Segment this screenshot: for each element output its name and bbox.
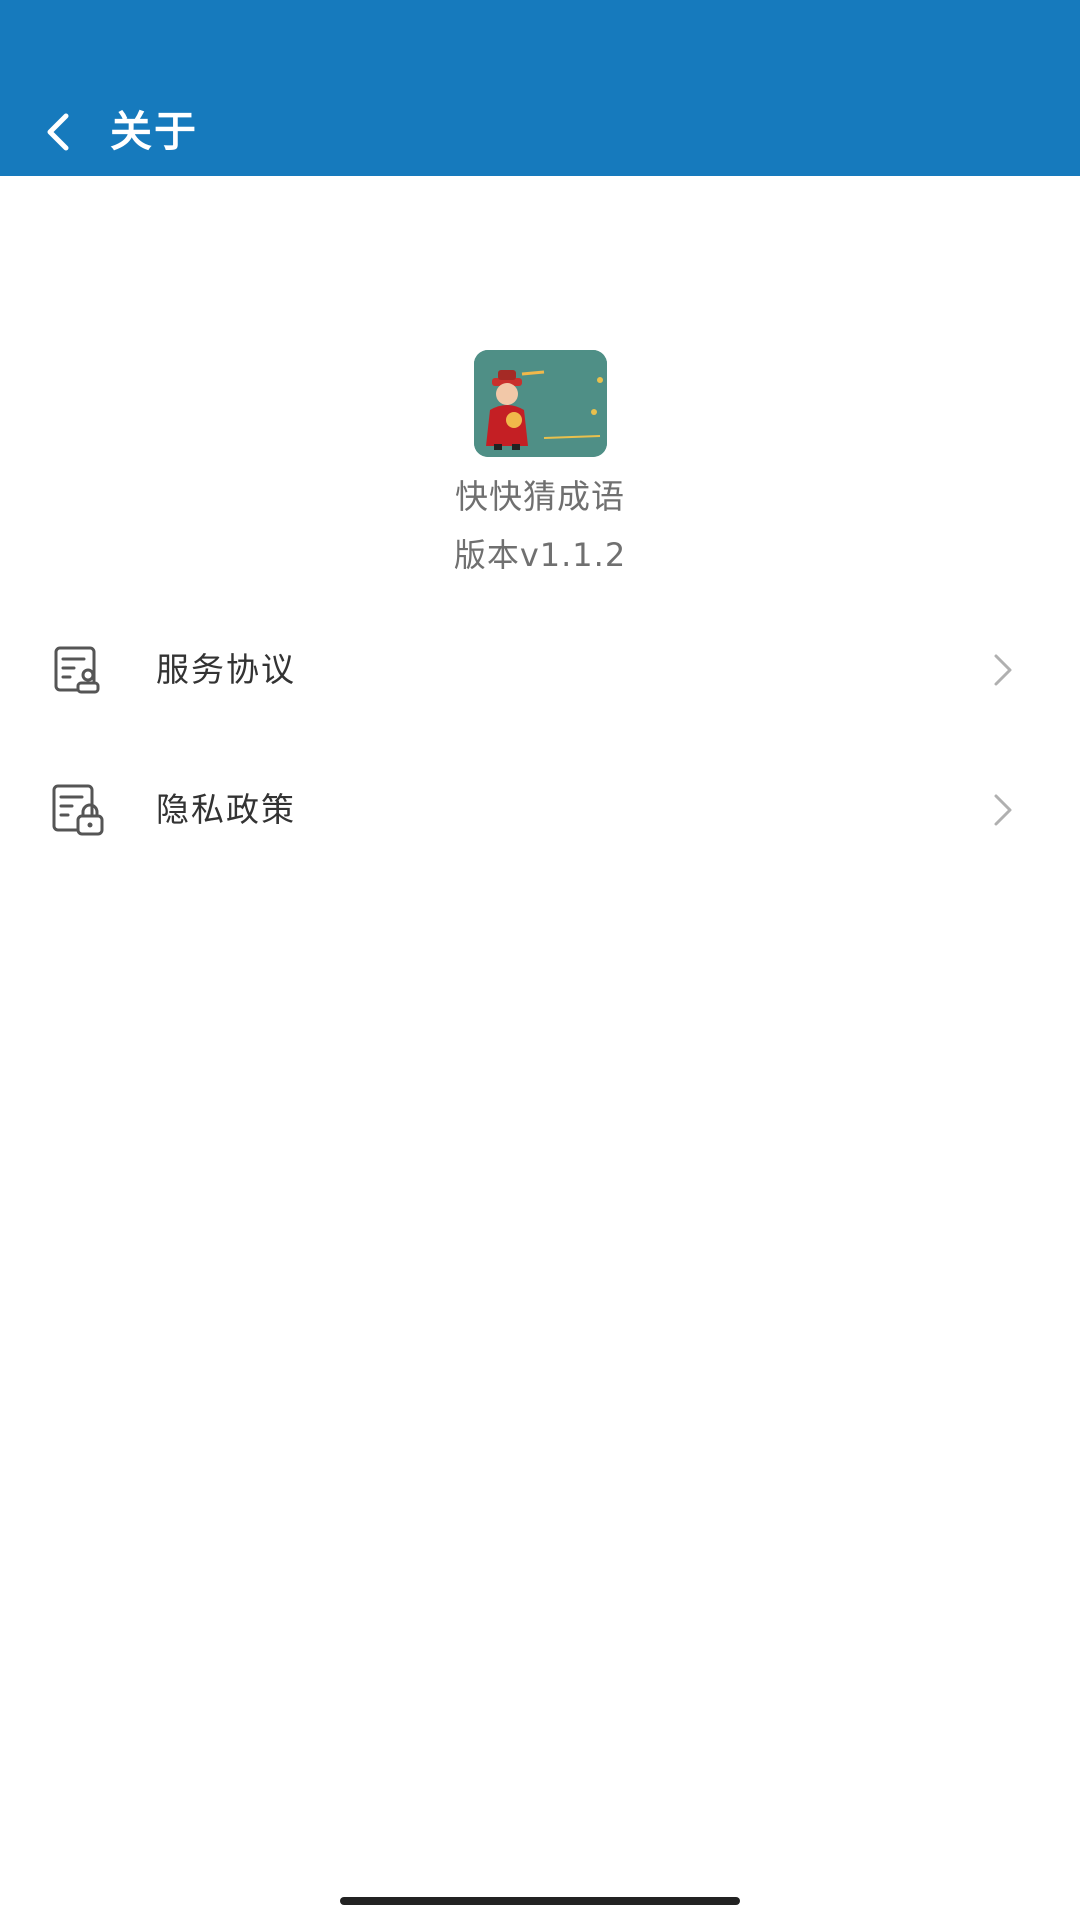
home-indicator[interactable]	[340, 1897, 740, 1905]
back-button[interactable]	[30, 100, 86, 164]
about-menu: 服务协议 隐私政策	[0, 600, 1080, 880]
app-logo	[473, 350, 607, 457]
app-version: 版本v1.1.2	[453, 536, 627, 574]
about-page: 关于 快快猜成语 版本v1.1.2 服务协议 隐私政策	[0, 0, 1080, 1920]
chevron-right-icon	[994, 794, 1012, 826]
app-logo-image	[473, 350, 607, 457]
app-info: 快快猜成语 版本v1.1.2	[0, 350, 1080, 577]
chevron-right-icon	[994, 654, 1012, 686]
document-user-icon	[54, 646, 100, 694]
app-bar: 关于	[0, 0, 1080, 176]
menu-item-service-agreement[interactable]: 服务协议	[0, 600, 1080, 740]
chevron-left-icon	[47, 113, 69, 151]
document-lock-icon	[52, 784, 104, 836]
menu-item-label: 隐私政策	[156, 790, 296, 829]
app-name: 快快猜成语	[455, 477, 625, 516]
menu-item-label: 服务协议	[156, 650, 296, 689]
menu-item-privacy-policy[interactable]: 隐私政策	[0, 740, 1080, 880]
page-title: 关于	[110, 107, 199, 156]
